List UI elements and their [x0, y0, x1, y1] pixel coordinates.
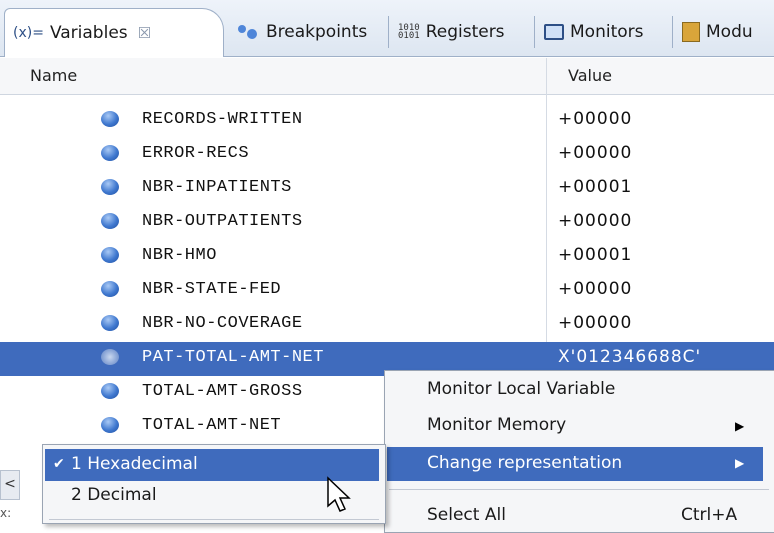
tab-variables[interactable]: (x)= Variables ☒: [4, 8, 224, 57]
tab-modules[interactable]: Modu: [674, 10, 753, 54]
tab-separator: [534, 16, 535, 48]
variable-name: RECORDS-WRITTEN: [142, 110, 303, 129]
menu-item-monitor-local-variable[interactable]: Monitor Local Variable: [427, 379, 615, 399]
menu-item-monitor-memory[interactable]: Monitor Memory: [427, 415, 566, 435]
column-header-name[interactable]: Name: [30, 66, 77, 85]
submenu-arrow-icon: ▶: [735, 456, 745, 470]
variable-icon: [101, 179, 119, 195]
variable-value: +00000: [558, 279, 633, 299]
variable-icon: [101, 247, 119, 263]
mouse-cursor-icon: [327, 476, 351, 512]
table-header: Name Value: [0, 58, 774, 95]
variables-icon: (x)=: [13, 25, 44, 41]
variable-icon: [101, 111, 119, 127]
variable-name: PAT-TOTAL-AMT-NET: [142, 348, 324, 367]
submenu-item-label: 1 Hexadecimal: [71, 454, 198, 474]
module-icon: [682, 22, 700, 42]
menu-separator: [389, 489, 769, 490]
breakpoints-icon: [238, 25, 260, 39]
tab-monitors-label: Monitors: [570, 22, 644, 42]
variable-name: NBR-INPATIENTS: [142, 178, 292, 197]
variable-name: TOTAL-AMT-NET: [142, 416, 282, 435]
menu-shortcut-select-all: Ctrl+A: [681, 505, 738, 525]
menu-separator: [49, 519, 379, 520]
view-tab-bar: (x)= Variables ☒ Breakpoints 1010 0101 Re…: [0, 0, 774, 57]
tab-registers[interactable]: 1010 0101 Registers: [390, 10, 505, 54]
registers-icon: 1010 0101: [398, 23, 420, 41]
variable-value: +00000: [558, 143, 633, 163]
table-row[interactable]: ERROR-RECS +00000: [0, 138, 774, 172]
table-row[interactable]: NBR-HMO +00001: [0, 240, 774, 274]
tab-modules-label: Modu: [706, 22, 753, 42]
menu-item-change-representation[interactable]: Change representation ▶: [387, 447, 763, 481]
tab-monitors[interactable]: Monitors: [536, 10, 643, 54]
tab-variables-label: Variables: [49, 23, 128, 43]
status-text: x:: [0, 506, 12, 520]
menu-item-label: Change representation: [427, 453, 623, 473]
scroll-left-button[interactable]: <: [0, 470, 20, 500]
variable-name: TOTAL-AMT-GROSS: [142, 382, 303, 401]
variable-name: NBR-NO-COVERAGE: [142, 314, 303, 333]
variable-icon: [101, 417, 119, 433]
variable-icon: [101, 145, 119, 161]
table-row[interactable]: NBR-NO-COVERAGE +00000: [0, 308, 774, 342]
check-icon: ✔: [53, 456, 65, 472]
variable-icon: [101, 349, 119, 365]
tab-separator: [388, 16, 389, 48]
tab-breakpoints-label: Breakpoints: [266, 22, 368, 42]
variable-name: ERROR-RECS: [142, 144, 250, 163]
variable-value: X'012346688C': [558, 347, 702, 367]
variable-value: +00000: [558, 211, 633, 231]
variable-value: +00001: [558, 245, 633, 265]
monitor-icon: [544, 24, 564, 40]
table-row[interactable]: NBR-INPATIENTS +00001: [0, 172, 774, 206]
variable-value: +00000: [558, 313, 633, 333]
variable-icon: [101, 281, 119, 297]
close-icon[interactable]: ☒: [138, 24, 151, 42]
tab-breakpoints[interactable]: Breakpoints: [234, 10, 367, 54]
submenu-item-decimal[interactable]: 2 Decimal: [71, 485, 157, 505]
variable-name: NBR-HMO: [142, 246, 217, 265]
column-header-value[interactable]: Value: [568, 66, 612, 85]
table-row[interactable]: NBR-STATE-FED +00000: [0, 274, 774, 308]
variable-icon: [101, 315, 119, 331]
variable-name: NBR-STATE-FED: [142, 280, 282, 299]
table-row[interactable]: NBR-OUTPATIENTS +00000: [0, 206, 774, 240]
context-menu: Monitor Local Variable Monitor Memory ▶ …: [384, 370, 774, 533]
table-row[interactable]: RECORDS-WRITTEN +00000: [0, 104, 774, 138]
variable-name: NBR-OUTPATIENTS: [142, 212, 303, 231]
variable-value: +00001: [558, 177, 633, 197]
submenu-arrow-icon: ▶: [735, 419, 745, 433]
menu-item-select-all[interactable]: Select All: [427, 505, 506, 525]
variable-icon: [101, 383, 119, 399]
tab-registers-label: Registers: [425, 22, 505, 42]
variable-icon: [101, 213, 119, 229]
variable-value: +00000: [558, 109, 633, 129]
tab-separator: [672, 16, 673, 48]
